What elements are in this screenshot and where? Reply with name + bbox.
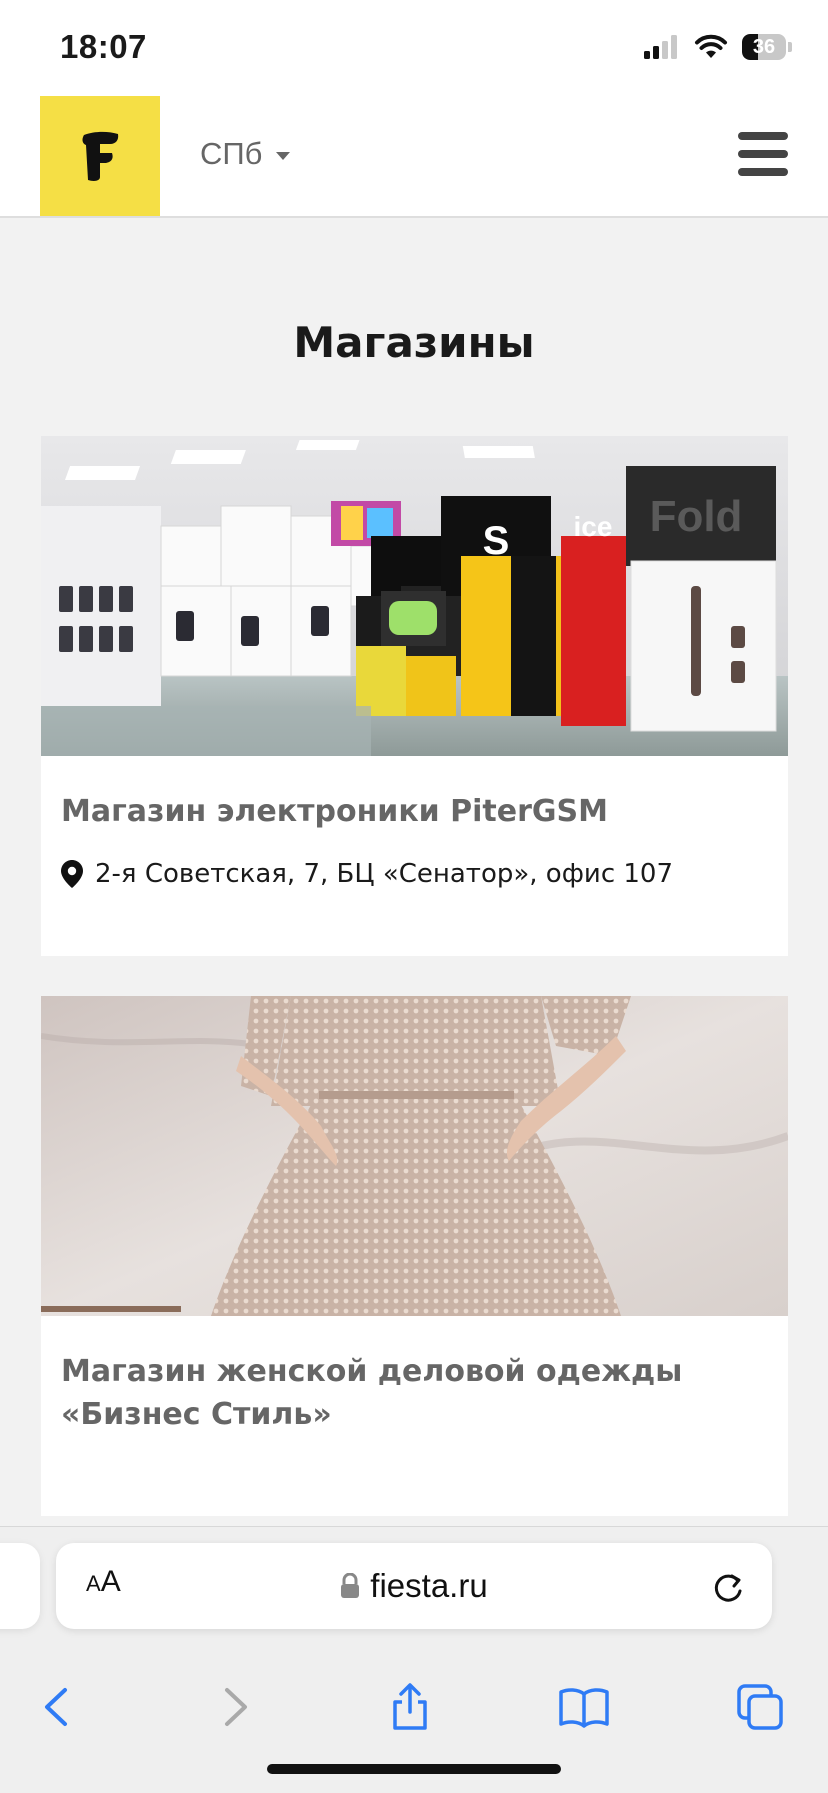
svg-text:Fold: Fold [650,492,743,541]
site-header: СПб [0,96,828,218]
store-address-text: 2-я Советская, 7, БЦ «Сенатор», офис 107 [95,859,674,889]
dropdown-caret-icon [276,152,291,160]
cellular-signal-icon [644,35,677,59]
browser-toolbar [0,1647,828,1763]
business-dress-photo[interactable] [41,996,788,1316]
page-title: Магазины [293,318,535,367]
lock-icon [341,1573,360,1598]
url-text: fiesta.ru [370,1567,488,1604]
status-time: 18:07 [60,28,147,65]
bookmarks-icon[interactable] [554,1677,614,1737]
share-icon[interactable] [380,1677,440,1737]
store-title[interactable]: Магазин женской деловой одежды «Бизнес С… [61,1350,761,1436]
url-display: fiesta.ru [56,1543,772,1629]
back-icon[interactable] [26,1677,86,1737]
battery-icon: 36 [742,34,792,60]
forward-icon[interactable] [206,1677,266,1737]
svg-text:ice: ice [574,511,613,542]
previous-tab-preview[interactable] [0,1543,40,1629]
location-pin-icon [61,860,83,888]
wifi-icon [695,34,727,58]
store-card[interactable]: S ice Fold Магазин электроники PiterGSM [41,436,788,956]
city-selector[interactable]: СПб [200,136,291,172]
electronics-store-photo[interactable]: S ice Fold [41,436,788,756]
browser-bottom-bar: A A fiesta.ru [0,1526,828,1793]
store-card[interactable]: Магазин женской деловой одежды «Бизнес С… [41,996,788,1516]
store-address: 2-я Советская, 7, БЦ «Сенатор», офис 107 [61,859,673,889]
hamburger-menu-icon[interactable] [738,132,788,176]
city-label: СПб [200,136,263,171]
home-indicator [267,1764,561,1774]
status-bar: 18:07 36 [0,0,828,96]
text-size-big-label: A [100,1565,121,1598]
text-size-small-label: A [86,1571,101,1596]
reload-icon[interactable] [708,1567,748,1607]
store-title[interactable]: Магазин электроники PiterGSM [61,790,761,833]
battery-level: 36 [752,35,776,58]
text-size-button[interactable]: A A [86,1565,121,1607]
address-bar[interactable]: A A fiesta.ru [56,1543,772,1629]
logo-f-icon [82,131,119,181]
tabs-icon[interactable] [730,1677,790,1737]
site-logo[interactable] [40,96,160,216]
status-icons: 36 [644,34,792,60]
